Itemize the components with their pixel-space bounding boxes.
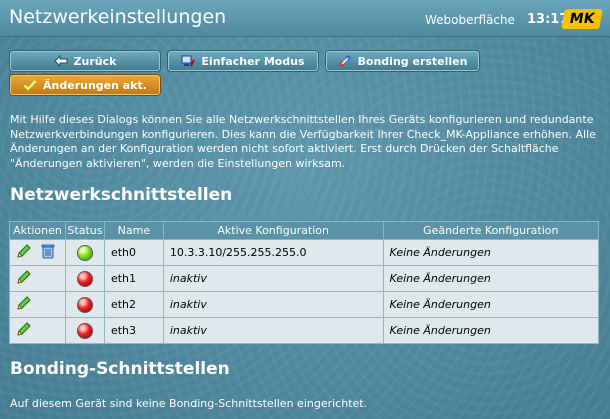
- interface-name: eth0: [103, 239, 164, 266]
- edit-icon[interactable]: [16, 295, 32, 314]
- changed-config: Keine Änderungen: [382, 265, 600, 292]
- simple-mode-button[interactable]: Einfacher Modus: [168, 51, 318, 71]
- interface-name: eth1: [103, 265, 164, 292]
- changed-config: Keine Änderungen: [382, 317, 600, 344]
- back-button[interactable]: Zurück: [10, 51, 160, 71]
- checkmark-icon: [23, 78, 37, 92]
- status-red-icon: [76, 322, 93, 339]
- status-red-icon: [76, 296, 93, 313]
- table-header-row: Aktionen Status Name Aktive Konfiguratio…: [9, 221, 600, 240]
- logo-text: MK: [568, 11, 596, 27]
- back-label: Zurück: [73, 54, 117, 68]
- edit-icon[interactable]: [16, 321, 32, 340]
- actions-cell: [9, 265, 66, 292]
- table-row: eth2 inaktiv Keine Änderungen: [9, 291, 600, 318]
- create-bonding-label: Bonding erstellen: [357, 54, 468, 68]
- active-config: inaktiv: [162, 291, 384, 318]
- delete-icon[interactable]: [41, 243, 55, 262]
- simple-mode-label: Einfacher Modus: [201, 54, 305, 68]
- interface-name: eth3: [103, 317, 164, 344]
- status-red-icon: [76, 270, 93, 287]
- edit-icon[interactable]: [16, 269, 32, 288]
- status-cell: [64, 291, 105, 318]
- table-row: eth0 10.3.3.10/255.255.255.0 Keine Änderun…: [9, 239, 600, 266]
- bonding-icon: [338, 54, 352, 68]
- col-active-config: Aktive Konfiguration: [162, 221, 384, 240]
- col-changed-config: Geänderte Konfiguration: [382, 221, 600, 240]
- bonding-empty-text: Auf diesem Gerät sind keine Bonding-Schn…: [10, 397, 368, 410]
- active-config: inaktiv: [162, 317, 384, 344]
- actions-cell: [9, 291, 66, 318]
- header-bar: Netzwerkeinstellungen Weboberfläche 13:1…: [0, 0, 610, 37]
- activate-changes-button[interactable]: Änderungen akt.: [10, 75, 160, 95]
- activate-changes-label: Änderungen akt.: [43, 78, 147, 92]
- intro-text: Mit Hilfe dieses Dialogs können Sie alle…: [10, 113, 596, 171]
- checkmk-logo: MK: [561, 9, 603, 29]
- actions-cell: [9, 239, 66, 266]
- active-config: 10.3.3.10/255.255.255.0: [162, 239, 384, 266]
- col-name: Name: [103, 221, 164, 240]
- arrow-left-icon: [53, 54, 68, 68]
- interface-name: eth2: [103, 291, 164, 318]
- interfaces-table: Aktionen Status Name Aktive Konfiguratio…: [9, 221, 600, 344]
- table-row: eth1 inaktiv Keine Änderungen: [9, 265, 600, 292]
- edit-icon[interactable]: [16, 243, 32, 262]
- page-title: Netzwerkeinstellungen: [9, 6, 227, 28]
- status-cell: [64, 239, 105, 266]
- status-green-icon: [76, 244, 93, 261]
- create-bonding-button[interactable]: Bonding erstellen: [326, 51, 479, 71]
- interfaces-heading: Netzwerkschnittstellen: [10, 185, 233, 205]
- status-cell: [64, 265, 105, 292]
- active-config: inaktiv: [162, 265, 384, 292]
- status-cell: [64, 317, 105, 344]
- changed-config: Keine Änderungen: [382, 291, 600, 318]
- actions-cell: [9, 317, 66, 344]
- changed-config: Keine Änderungen: [382, 239, 600, 266]
- web-ui-label[interactable]: Weboberfläche: [425, 13, 515, 27]
- col-status: Status: [64, 221, 105, 240]
- col-actions: Aktionen: [9, 221, 66, 240]
- bonding-heading: Bonding-Schnittstellen: [10, 359, 230, 379]
- network-config-icon: [181, 54, 196, 68]
- table-row: eth3 inaktiv Keine Änderungen: [9, 317, 600, 344]
